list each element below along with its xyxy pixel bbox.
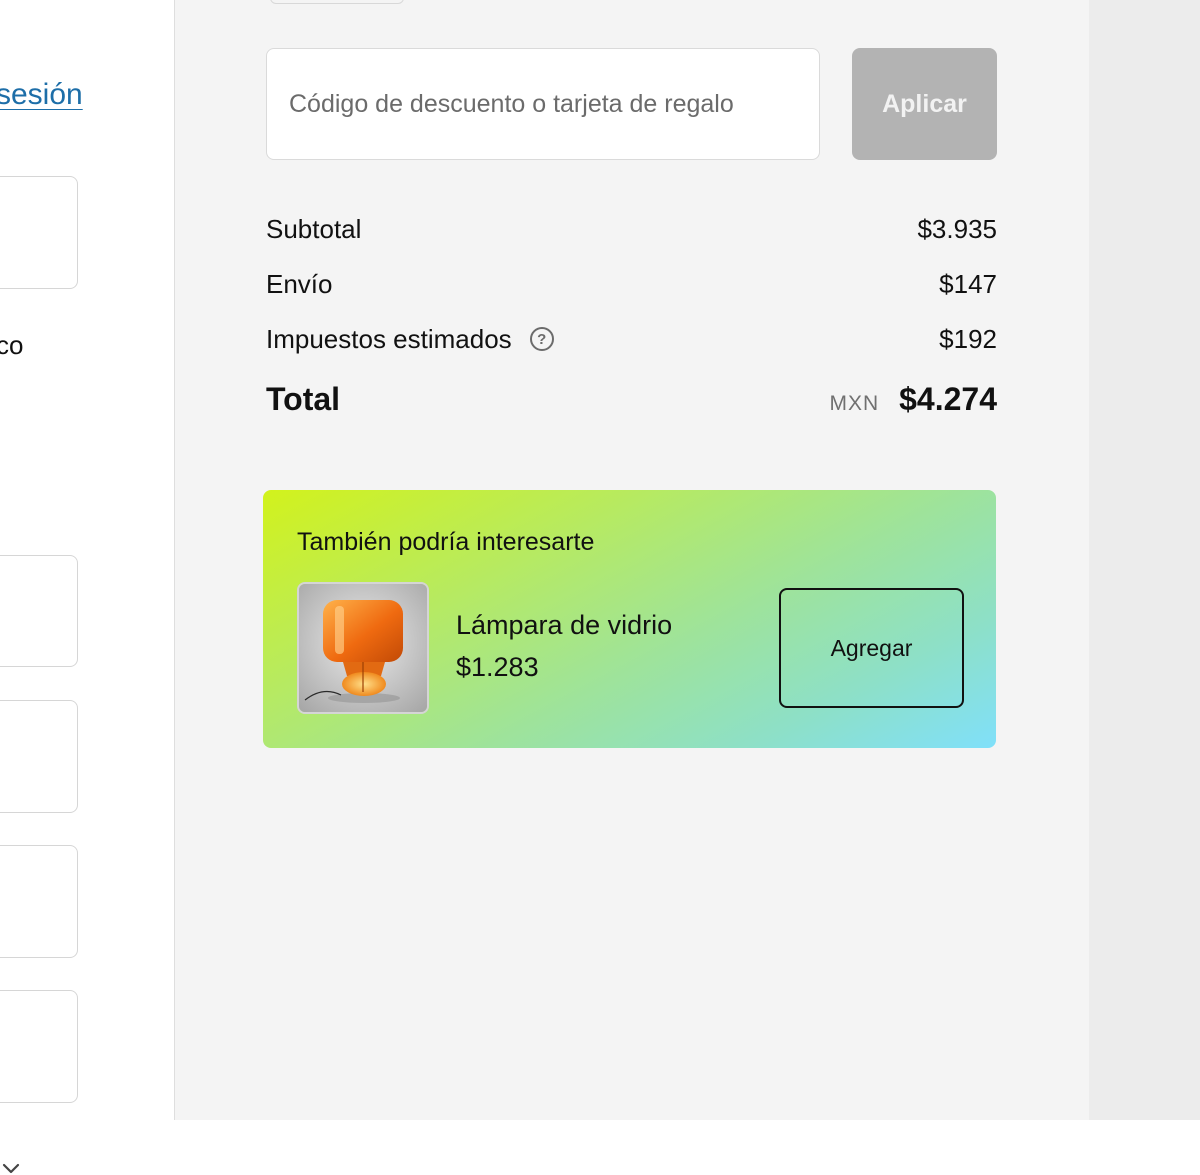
subtotal-value: $3.935 bbox=[917, 213, 997, 244]
help-icon[interactable]: ? bbox=[529, 327, 554, 351]
discount-code-input[interactable] bbox=[266, 48, 820, 160]
taxes-label-group: Impuestos estimados ? bbox=[266, 324, 554, 355]
subtotal-row: Subtotal $3.935 bbox=[266, 212, 997, 246]
upsell-title: También podría interesarte bbox=[297, 528, 595, 556]
country-select[interactable] bbox=[0, 555, 78, 1174]
taxes-value: $192 bbox=[939, 323, 997, 354]
form-field[interactable] bbox=[0, 176, 78, 289]
login-link[interactable]: sesión bbox=[0, 78, 83, 112]
currency-code: MXN bbox=[829, 391, 880, 415]
taxes-label: Impuestos estimados bbox=[266, 323, 512, 354]
product-price: $1.283 bbox=[456, 652, 539, 682]
total-label: Total bbox=[266, 380, 341, 417]
lamp-product-image bbox=[297, 582, 429, 714]
shipping-label: Envío bbox=[266, 268, 333, 299]
form-field[interactable] bbox=[0, 845, 78, 958]
add-to-cart-button[interactable]: Agregar bbox=[779, 588, 964, 708]
form-field[interactable] bbox=[0, 990, 78, 1103]
upsell-card: También podría interesarte Lámpara de vi… bbox=[263, 490, 996, 748]
apply-discount-button[interactable]: Aplicar bbox=[852, 48, 997, 160]
field-label: co bbox=[0, 330, 24, 360]
page-margin bbox=[1089, 0, 1200, 1120]
product-name: Lámpara de vidrio bbox=[456, 610, 673, 640]
cart-item-fragment bbox=[270, 0, 404, 4]
total-value: $4.274 bbox=[899, 380, 997, 417]
taxes-row: Impuestos estimados ? $192 bbox=[266, 322, 997, 356]
shipping-value: $147 bbox=[939, 268, 997, 299]
form-field[interactable] bbox=[0, 700, 78, 813]
shipping-row: Envío $147 bbox=[266, 267, 997, 301]
subtotal-label: Subtotal bbox=[266, 213, 362, 244]
total-row: Total MXN $4.274 bbox=[266, 378, 997, 420]
total-amount-group: MXN $4.274 bbox=[829, 381, 997, 418]
checkout-form-panel: sesión co bbox=[0, 0, 174, 1174]
chevron-down-icon bbox=[2, 1163, 20, 1174]
